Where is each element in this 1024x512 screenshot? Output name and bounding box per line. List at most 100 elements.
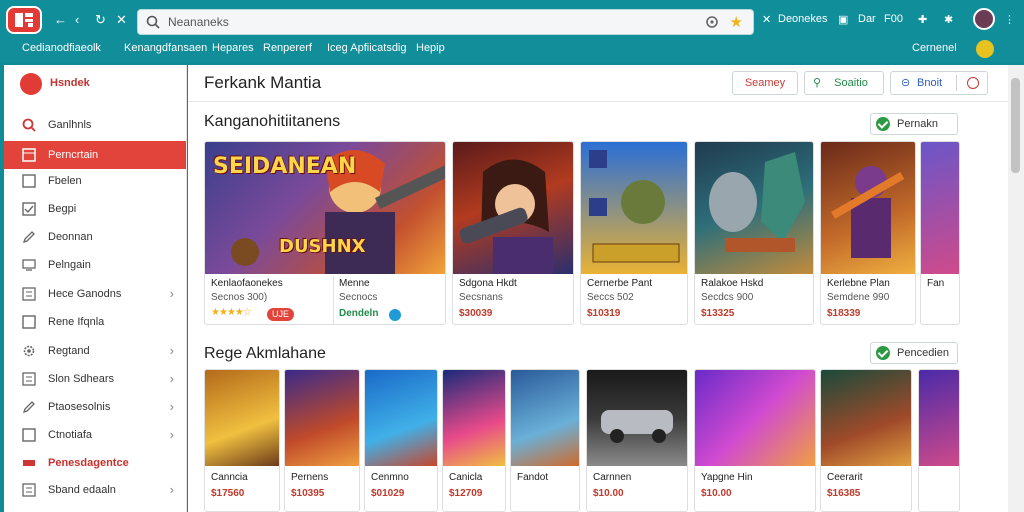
sidebar-item-14[interactable]: Sband edaaln › — [4, 476, 186, 504]
game-card[interactable]: Cenmno $01029 — [364, 369, 438, 512]
sidebar-item-12[interactable]: Ctnotiafa › — [4, 421, 186, 449]
window-icon[interactable]: ▣ — [838, 13, 848, 26]
game-card[interactable]: Sdgona Hkdt Secsnans $30039 — [452, 141, 574, 325]
game-art-image — [695, 370, 815, 466]
game-name: Menne — [339, 278, 370, 289]
game-price: $10.00 — [593, 488, 624, 499]
pencil-icon — [22, 231, 35, 244]
studio-label: Soaitio — [834, 77, 868, 89]
game-art-image — [285, 370, 359, 466]
checkbox-icon — [22, 202, 36, 216]
sidebar-item-6[interactable]: Pelngain — [4, 251, 186, 279]
game-name: Fandot — [517, 472, 549, 483]
close-icon[interactable]: ✕ — [116, 12, 127, 28]
account-avatar[interactable] — [976, 40, 994, 58]
sidebar-item-3[interactable]: Fbelen — [4, 167, 186, 195]
monitor-icon — [22, 259, 36, 271]
menu-icon[interactable]: ⋮ — [1004, 13, 1015, 26]
back-icon[interactable]: ← — [54, 12, 67, 28]
game-card[interactable]: Yapgne Hin $10.00 — [694, 369, 816, 512]
game-card[interactable]: Pernens $10395 — [284, 369, 360, 512]
game-art-image — [581, 142, 687, 274]
bookmark-1[interactable]: Cedianodfiaeolk — [22, 42, 101, 54]
toolbar-label-3[interactable]: F00 — [884, 13, 903, 25]
game-art-image — [205, 370, 279, 466]
game-name: Pernens — [291, 472, 329, 483]
sidebar-item-search[interactable]: Ganlhnls — [4, 111, 186, 139]
share-icon: ⊝ — [901, 77, 911, 89]
bookmark-star-icon[interactable]: ★ — [730, 13, 743, 31]
developer-link[interactable]: Dendeln — [339, 308, 378, 319]
main-content: Ferkank Mantia Seamey ⚲ Soaitio ⊝ Bnoit … — [188, 65, 1008, 512]
bookmark-5[interactable]: Iceg Apfiicatsdig — [327, 42, 407, 54]
game-price: $10319 — [587, 308, 621, 319]
studio-button[interactable]: ⚲ Soaitio — [804, 71, 884, 95]
sidebar-item-5[interactable]: Deonnan — [4, 223, 186, 251]
bookmarks-bar: Cedianodfiaeolk Kenangdfansaen Hepares R… — [0, 38, 1024, 94]
header-divider — [188, 101, 1008, 102]
bookmark-3[interactable]: Hepares — [212, 42, 254, 54]
game-subtitle: Secnocs — [339, 292, 378, 303]
account-name[interactable]: Cernenel — [912, 42, 957, 54]
game-card[interactable]: Fan — [920, 141, 960, 325]
game-card[interactable]: Kerlebne Plan Semdene 990 $18339 — [820, 141, 916, 325]
sidebar-item-11[interactable]: Ptaosesolnis › — [4, 393, 186, 421]
save-button[interactable]: Seamey — [732, 71, 798, 95]
game-card[interactable]: Canicla $12709 — [442, 369, 506, 512]
bookmark-2[interactable]: Kenangdfansaen — [124, 42, 207, 54]
game-card[interactable]: Ceerarit $16385 — [820, 369, 912, 512]
share-button[interactable]: ⊝ Bnoit — [890, 71, 988, 95]
chevron-right-icon: › — [169, 343, 174, 358]
sidebar-item-4[interactable]: Begpi — [4, 195, 186, 223]
sidebar-item-label: Deonnan — [48, 231, 93, 243]
game-art-subtitle: DUSHNX — [279, 236, 366, 257]
game-art-image: SEIDANEAN DUSHNX — [205, 142, 445, 274]
game-card[interactable]: Canncia $17560 — [204, 369, 280, 512]
check-circle-icon — [876, 346, 890, 360]
game-name: Ralakoe Hskd — [701, 278, 764, 289]
extension-icon[interactable]: ✚ — [918, 13, 927, 26]
sidebar-item-label: Penesdagentce — [48, 457, 129, 469]
address-bar[interactable]: Neananeks ★ — [137, 9, 754, 35]
game-card[interactable]: Carnnen $10.00 — [586, 369, 688, 512]
bookmark-6[interactable]: Hepip — [416, 42, 445, 54]
sidebar-item-9[interactable]: Regtand › — [4, 337, 186, 365]
record-icon[interactable] — [967, 77, 979, 89]
sidebar-item-13[interactable]: Penesdagentce — [4, 449, 186, 477]
game-card[interactable]: Fandot — [510, 369, 580, 512]
brand-logo-icon — [20, 73, 42, 95]
toolbar-label-2[interactable]: Dar — [858, 13, 876, 25]
list-icon — [22, 372, 36, 386]
sidebar-item-7[interactable]: Hece Ganodns › — [4, 280, 186, 308]
section-action-1[interactable]: Pernakn — [870, 113, 958, 135]
bookmark-4[interactable]: Renpererf — [263, 42, 312, 54]
square-icon — [22, 428, 36, 442]
reload-icon[interactable]: ↻ — [95, 12, 106, 28]
sidebar-item-active[interactable]: Perncrtain — [4, 141, 186, 169]
toolbar-label-1[interactable]: Deonekes — [778, 13, 828, 25]
game-card[interactable]: Cernerbe Pant Seccs 502 $10319 — [580, 141, 688, 325]
game-name: Cernerbe Pant — [587, 278, 653, 289]
settings-icon[interactable]: ✱ — [944, 13, 953, 26]
section-action-2[interactable]: Pencedien — [870, 342, 958, 364]
sidebar-item-8[interactable]: Rene Ifqnla — [4, 308, 186, 336]
grid-icon — [22, 148, 36, 162]
sidebar: Hsndek Ganlhnls Perncrtain Fbelen Begpi … — [4, 65, 187, 512]
game-art-image — [587, 370, 687, 466]
game-card[interactable]: Ralakoe Hskd Secdcs 900 $13325 — [694, 141, 814, 325]
game-card[interactable] — [918, 369, 960, 512]
chevron-right-icon: › — [169, 286, 174, 301]
sidebar-item-label: Ptaosesolnis — [48, 401, 111, 413]
page-title: Ferkank Mantia — [204, 73, 322, 92]
lens-icon[interactable] — [705, 15, 719, 29]
forward-icon[interactable]: ‹ — [75, 12, 79, 28]
scrollbar-thumb[interactable] — [1011, 78, 1020, 173]
divider — [956, 75, 957, 91]
game-subtitle: Secnos 300) — [211, 292, 268, 303]
game-price: $12709 — [449, 488, 483, 499]
profile-avatar[interactable] — [973, 8, 995, 30]
game-card[interactable]: SEIDANEAN DUSHNX Kenlaofaonekes Secnos 3… — [204, 141, 446, 325]
close-tab-icon[interactable]: ✕ — [762, 13, 771, 26]
app-logo-icon[interactable] — [6, 6, 42, 34]
sidebar-item-10[interactable]: Slon Sdhears › — [4, 365, 186, 393]
